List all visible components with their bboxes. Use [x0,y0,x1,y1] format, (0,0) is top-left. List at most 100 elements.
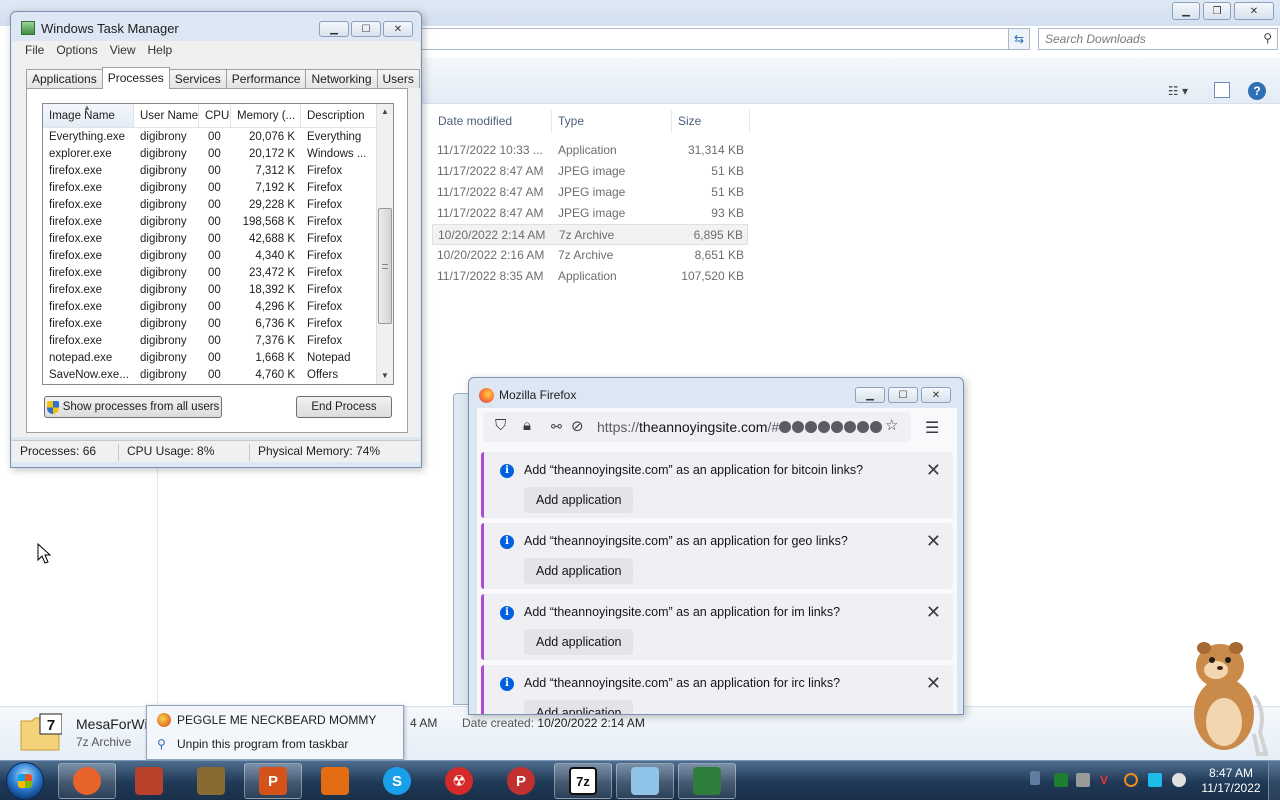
search-icon[interactable]: ⚲ [1263,31,1272,45]
blocked-autoplay-icon[interactable]: ⊘ [571,417,584,435]
taskbar-button[interactable] [182,763,240,799]
taskbar-button[interactable] [120,763,178,799]
column-cpu[interactable]: CPU [199,104,231,128]
menu-help[interactable]: Help [144,41,181,61]
process-row[interactable]: firefox.exe digibrony 00 4,296 K Firefox [43,300,377,317]
bookmark-star-icon[interactable]: ☆ [885,416,898,434]
close-icon[interactable]: ✕ [926,673,941,694]
views-icon[interactable]: ☷ ▾ [1168,84,1188,98]
tray-search-icon[interactable] [1124,773,1138,787]
process-row[interactable]: firefox.exe digibrony 00 198,568 K Firefox [43,215,377,232]
help-icon[interactable]: ? [1248,82,1266,100]
process-list[interactable]: ▲ Image Name User Name CPU Memory (... D… [42,103,394,385]
close-icon[interactable]: ✕ [926,460,941,481]
process-row[interactable]: firefox.exe digibrony 00 4,340 K Firefox [43,249,377,266]
taskbar-button[interactable] [678,763,736,799]
refresh-icon[interactable]: ⇆ [1008,28,1030,50]
tab-applications[interactable]: Applications [26,69,103,88]
column-user-name[interactable]: User Name [134,104,199,128]
taskbar-clock[interactable]: 8:47 AM 11/17/2022 [1196,766,1266,796]
taskbar-button[interactable]: 7z [554,763,612,799]
tray-green-icon[interactable] [1054,773,1068,787]
jumplist-item-peggle[interactable]: PEGGLE ME NECKBEARD MOMMY [157,709,376,731]
column-date-modified[interactable]: Date modified [432,110,552,132]
process-row[interactable]: notepad.exe digibrony 00 1,668 K Notepad [43,351,377,368]
maximize-button[interactable]: ☐ [888,387,918,403]
url-bar[interactable]: ⛉ 🔒︎ ⚯ ⊘ https://theannoyingsite.com/# ☆ [483,412,911,442]
process-row[interactable]: firefox.exe digibrony 00 6,736 K Firefox [43,317,377,334]
scroll-thumb[interactable] [378,208,392,324]
end-process-button[interactable]: End Process [296,396,392,418]
preview-pane-icon[interactable] [1214,82,1230,98]
tab-users[interactable]: Users [376,69,420,88]
menu-view[interactable]: View [106,41,144,61]
minimize-button[interactable]: ▁ [319,21,349,37]
process-row[interactable]: firefox.exe digibrony 00 42,688 K Firefox [43,232,377,249]
menu-file[interactable]: File [12,41,52,61]
process-row[interactable]: firefox.exe digibrony 00 7,192 K Firefox [43,181,377,198]
process-list-scrollbar[interactable]: ▲ ▼ [376,104,393,384]
tray-expand-icon[interactable] [1030,771,1040,785]
process-row[interactable]: SaveNow.exe... digibrony 00 4,760 K Offers [43,368,377,384]
minimize-button[interactable]: ▁ [855,387,885,403]
process-row[interactable]: explorer.exe digibrony 00 20,172 K Windows .… [43,147,377,164]
tab-networking[interactable]: Networking [305,69,378,88]
column-image-name[interactable]: ▲ Image Name [43,104,134,128]
permissions-icon[interactable]: ⚯ [551,419,562,435]
search-input[interactable]: Search Downloads ⚲ [1038,28,1278,50]
file-row[interactable]: 11/17/2022 10:33 ... Application 31,314 KB [432,140,748,161]
add-application-button[interactable]: Add application [524,629,634,655]
file-row[interactable]: 11/17/2022 8:35 AM Application 107,520 KB [432,266,748,287]
file-row[interactable]: 11/17/2022 8:47 AM JPEG image 51 KB [432,161,748,182]
scroll-down-icon[interactable]: ▼ [377,368,393,384]
show-all-processes-button[interactable]: Show processes from all users [44,396,222,418]
file-row[interactable]: 11/17/2022 8:47 AM JPEG image 51 KB [432,182,748,203]
tab-performance[interactable]: Performance [225,69,307,88]
restore-button[interactable]: ❐ [1203,2,1231,20]
file-row[interactable]: 11/17/2022 8:47 AM JPEG image 93 KB [432,203,748,224]
close-icon[interactable]: ✕ [926,531,941,552]
process-row[interactable]: firefox.exe digibrony 00 7,376 K Firefox [43,334,377,351]
hamburger-menu-icon[interactable]: ☰ [925,418,939,438]
column-memory[interactable]: Memory (... [231,104,301,128]
column-size[interactable]: Size [672,110,750,132]
tray-volume-icon[interactable] [1172,773,1186,787]
tray-gray-icon[interactable] [1076,773,1090,787]
close-icon[interactable]: ✕ [926,602,941,623]
taskbar-button[interactable] [306,763,364,799]
add-application-button[interactable]: Add application [524,700,634,714]
tracking-shield-icon[interactable]: ⛉ [495,417,506,434]
tray-v-icon[interactable]: V [1100,773,1114,787]
tray-display-icon[interactable] [1148,773,1162,787]
jumplist-item-unpin[interactable]: ⚲ Unpin this program from taskbar [157,733,348,755]
close-button[interactable]: ✕ [921,387,951,403]
taskbar-button[interactable] [616,763,674,799]
column-type[interactable]: Type [552,110,672,132]
taskbar-button[interactable] [58,763,116,799]
taskbar-button[interactable]: ☢ [430,763,488,799]
menu-options[interactable]: Options [52,41,105,61]
show-desktop-button[interactable] [1268,761,1280,800]
taskbar-button[interactable]: P [492,763,550,799]
start-button[interactable] [6,762,44,800]
taskbar-button[interactable]: S [368,763,426,799]
file-row[interactable]: 10/20/2022 2:14 AM 7z Archive 6,895 KB [432,224,748,245]
minimize-button[interactable]: ▁ [1172,2,1200,20]
add-application-button[interactable]: Add application [524,558,634,584]
tab-services[interactable]: Services [168,69,227,88]
close-button[interactable]: ✕ [383,21,413,37]
lock-icon[interactable]: 🔒︎ [523,417,531,434]
process-row[interactable]: firefox.exe digibrony 00 29,228 K Firefox [43,198,377,215]
scroll-up-icon[interactable]: ▲ [377,104,393,120]
process-row[interactable]: firefox.exe digibrony 00 7,312 K Firefox [43,164,377,181]
process-row[interactable]: firefox.exe digibrony 00 18,392 K Firefox [43,283,377,300]
taskbar-button[interactable]: P [244,763,302,799]
address-bar[interactable]: ▼ [420,28,1030,50]
process-row[interactable]: firefox.exe digibrony 00 23,472 K Firefox [43,266,377,283]
column-description[interactable]: Description [301,104,377,128]
add-application-button[interactable]: Add application [524,487,634,513]
file-row[interactable]: 10/20/2022 2:16 AM 7z Archive 8,651 KB [432,245,748,266]
close-button[interactable]: ✕ [1234,2,1274,20]
process-row[interactable]: Everything.exe digibrony 00 20,076 K Everyth… [43,130,377,147]
hamster-mascot-icon[interactable] [1176,636,1272,756]
